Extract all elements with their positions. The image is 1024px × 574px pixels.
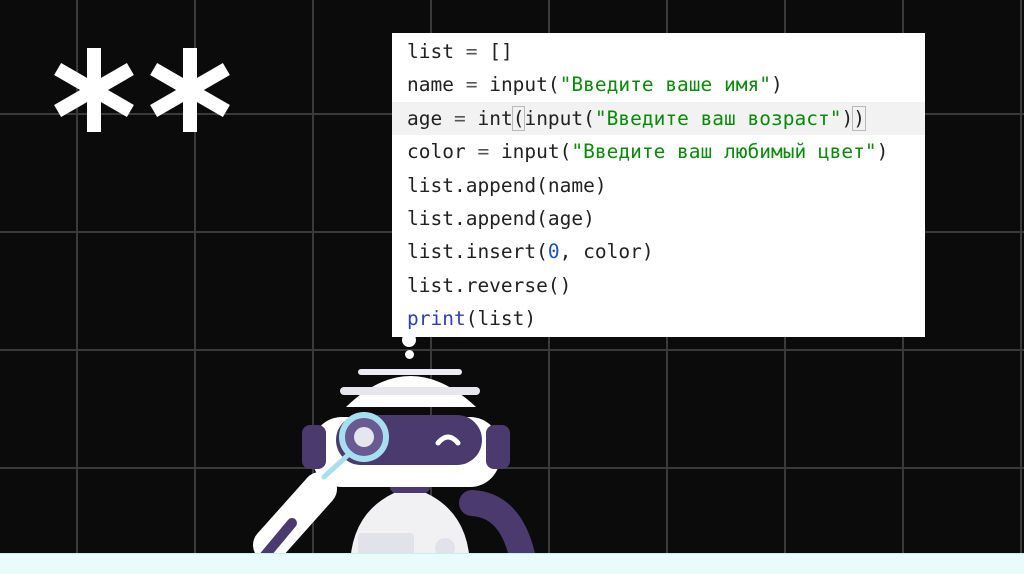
double-asterisk-icon [54,48,230,132]
code-token: (name) [536,173,607,197]
code-line: age = int(input("Введите ваш возраст")) [392,101,925,136]
code-token: , color) [559,240,654,264]
code-token: print [407,307,466,331]
code-token: input [524,106,584,130]
code-line: list.append(name) [407,169,925,202]
code-token: age [407,106,443,130]
code-token: list.append [407,173,537,197]
code-token: ( [536,240,548,264]
code-token: "Введите ваш любимый цвет" [571,140,877,164]
code-token: = [453,73,490,97]
code-token: ( [583,106,595,130]
code-token: ) [852,105,866,131]
code-token: color [407,140,466,164]
code-token: "Введите ваш возраст" [594,106,842,130]
code-token: list.append [407,206,537,230]
code-line: color = input("Введите ваш любимый цвет"… [407,135,925,168]
code-token: ) [841,106,854,130]
robot-with-magnifier-illustration [253,369,535,574]
code-token: input [489,73,548,97]
floor-strip [0,553,1024,574]
code-token: int [477,106,513,130]
code-token: 0 [547,240,560,264]
code-token: list.reverse [407,273,548,297]
code-token: ) [876,140,889,164]
code-token: = [442,106,478,130]
code-line: list.reverse() [407,269,925,302]
code-token: input [500,140,560,164]
code-line: name = input("Введите ваше имя") [407,68,925,101]
code-token: (list) [465,307,537,331]
code-token: = [453,40,490,63]
code-line: list = [] [407,35,925,68]
code-token: (age) [536,206,595,230]
code-token: list [407,40,454,63]
code-token: = [465,140,501,164]
code-token: () [547,273,572,297]
code-token: ( [559,140,572,164]
code-snippet-card: list = [] name = input("Введите ваше имя"… [392,33,925,337]
code-token: "Введите ваше имя" [559,73,771,97]
code-token: ( [547,73,560,97]
code-line: list.append(age) [407,202,925,235]
code-token: name [407,73,454,97]
code-token: ) [770,73,783,97]
code-line: list.insert(0, color) [407,235,925,268]
code-line: print(list) [407,302,925,335]
code-token: [] [489,40,513,63]
code-token: list.insert [407,240,537,264]
code-token: ( [511,105,526,131]
code-body: list = [] name = input("Введите ваше имя"… [392,35,925,336]
